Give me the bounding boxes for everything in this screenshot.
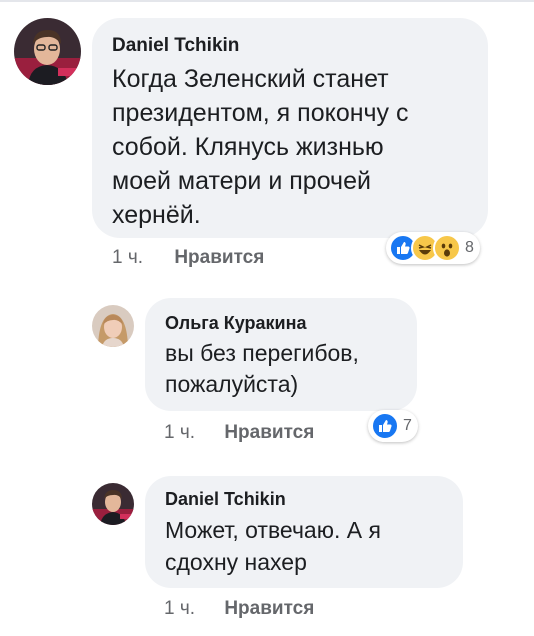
wow-icon: [433, 234, 461, 262]
comment-actions: 1 ч. Нравится: [112, 247, 264, 269]
comment-actions: 1 ч. Нравится: [164, 422, 314, 444]
reactions-summary[interactable]: 7: [368, 410, 418, 442]
avatar-daniel-tchikin[interactable]: [92, 483, 134, 525]
comment-time[interactable]: 1 ч.: [164, 598, 195, 620]
comment-author[interactable]: Daniel Tchikin: [112, 34, 468, 58]
avatar-olga-kurakina[interactable]: [92, 305, 134, 347]
reaction-count: 7: [403, 417, 412, 434]
top-divider: [0, 0, 534, 2]
like-button[interactable]: Нравится: [174, 247, 264, 269]
comment-bubble: Daniel Tchikin Может, отвечаю. А я сдохн…: [145, 476, 463, 588]
comment-bubble: Daniel Tchikin Когда Зеленский станет пр…: [92, 18, 488, 238]
reactions-summary[interactable]: 8: [386, 232, 480, 264]
comment-author[interactable]: Daniel Tchikin: [165, 488, 443, 510]
like-icon: [371, 412, 399, 440]
comment-time[interactable]: 1 ч.: [112, 247, 143, 269]
comment-text: Когда Зеленский станет президентом, я по…: [112, 65, 409, 229]
like-button[interactable]: Нравится: [224, 598, 314, 620]
comment-author[interactable]: Ольга Куракина: [165, 312, 397, 334]
comment-bubble: Ольга Куракина вы без перегибов, пожалуй…: [145, 298, 417, 411]
avatar-daniel-tchikin[interactable]: [14, 18, 81, 85]
comment-actions: 1 ч. Нравится: [164, 598, 314, 620]
comment-text: Может, отвечаю. А я сдохну нахер: [165, 517, 381, 575]
like-button[interactable]: Нравится: [224, 422, 314, 444]
comment-text: вы без перегибов, пожалуйста): [165, 340, 359, 397]
comment-time[interactable]: 1 ч.: [164, 422, 195, 444]
reaction-count: 8: [465, 239, 474, 256]
